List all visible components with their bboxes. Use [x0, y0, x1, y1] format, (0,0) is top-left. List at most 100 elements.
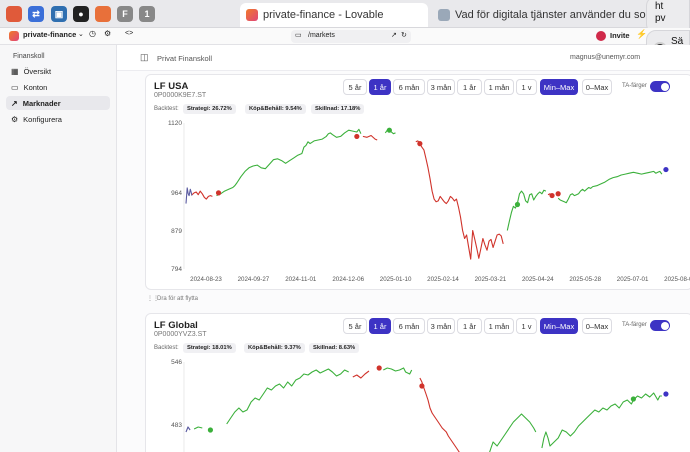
- price-line-segment: [216, 128, 362, 197]
- sidebar-section-title: Finanskoll: [13, 53, 45, 60]
- jira-pinned-icon[interactable]: ⇄: [28, 6, 44, 22]
- github-icon[interactable]: ●: [73, 6, 89, 22]
- price-chart: 546 483: [171, 359, 669, 452]
- period-button[interactable]: 5 år: [343, 318, 367, 334]
- period-button[interactable]: 1 v: [516, 79, 537, 95]
- ta-colors-toggle[interactable]: [650, 320, 670, 331]
- pinned-tab-f[interactable]: F: [117, 6, 133, 22]
- signal-marker[interactable]: [207, 427, 214, 433]
- x-tick-label: 2024-12-06: [332, 276, 364, 283]
- ta-colors-label: TA-färger: [622, 322, 647, 328]
- signal-marker[interactable]: [386, 127, 392, 133]
- code-icon[interactable]: <>: [125, 30, 133, 37]
- period-button[interactable]: 3 mån: [427, 79, 455, 95]
- signal-marker[interactable]: [549, 192, 555, 199]
- y-tick-label: 483: [171, 422, 182, 429]
- price-line-segment: [362, 134, 378, 141]
- lovable-pinned-icon[interactable]: [6, 6, 22, 22]
- page-header: ◫ Privat Finanskoll magnus@unemyr.com: [117, 45, 690, 71]
- signal-marker[interactable]: [555, 191, 561, 197]
- range-mode-button[interactable]: Min–Max: [540, 79, 578, 95]
- pinned-tab-1[interactable]: 1: [139, 6, 155, 22]
- signal-marker[interactable]: [417, 141, 423, 147]
- tab-title: private-finance - Lovable: [263, 9, 384, 21]
- price-line-segment: [193, 426, 203, 430]
- tab-private-finance[interactable]: private-finance - Lovable: [240, 3, 428, 27]
- drag-label: Dra för att flytta: [157, 296, 199, 302]
- period-button[interactable]: 6 mån: [393, 79, 425, 95]
- gear-icon: ⚙: [11, 114, 19, 124]
- range-mode-button[interactable]: 0–Max: [582, 79, 612, 95]
- avatar[interactable]: [596, 31, 606, 41]
- x-tick-label: 2025-03-21: [475, 276, 507, 283]
- signal-marker[interactable]: [419, 383, 425, 389]
- page-icon: [438, 9, 450, 21]
- period-button[interactable]: 1 v: [516, 318, 537, 334]
- lovable-pinned-icon-2[interactable]: [95, 6, 111, 22]
- signal-marker[interactable]: [376, 365, 382, 371]
- signal-marker[interactable]: [663, 391, 669, 397]
- ta-colors-label: TA-färger: [622, 83, 647, 89]
- signal-marker[interactable]: [514, 201, 521, 208]
- period-button[interactable]: 6 mån: [393, 318, 425, 334]
- address-bar[interactable]: ▭ /markets ↗ ↻: [291, 30, 411, 43]
- workspace-icon: [9, 31, 19, 41]
- sidebar-item-konfigurera[interactable]: ⚙ Konfigurera: [6, 112, 110, 126]
- range-mode-button[interactable]: Min–Max: [540, 318, 578, 334]
- sidebar-item-marknader[interactable]: ↗ Marknader: [6, 96, 110, 110]
- workspace-name[interactable]: private-finance: [23, 30, 76, 39]
- price-line-segment: [557, 170, 663, 204]
- period-button[interactable]: 1 mån: [484, 79, 514, 95]
- sidebar-item-konton[interactable]: ▭ Konton: [6, 80, 110, 94]
- fund-isin: 0P0000YVZ3.ST: [154, 331, 207, 338]
- price-line-segment: [185, 187, 193, 204]
- main-content: ◫ Privat Finanskoll magnus@unemyr.com LF…: [117, 45, 690, 452]
- signal-marker[interactable]: [215, 190, 222, 196]
- backtest-label: Backtest:: [154, 345, 179, 351]
- backtest-strategy-badge: Strategi: 18.01%: [183, 343, 236, 353]
- fund-name: LF USA: [154, 81, 189, 92]
- price-line-segment: [541, 392, 662, 449]
- x-tick-label: 2025-05-28: [569, 276, 601, 283]
- price-line-segment: [191, 190, 213, 200]
- history-icon[interactable]: ◷: [89, 29, 96, 38]
- tab-survey[interactable]: Vad för digitala tjänster använder du so…: [432, 3, 646, 27]
- period-button[interactable]: 1 år: [369, 318, 391, 334]
- range-mode-button[interactable]: 0–Max: [582, 318, 612, 334]
- lovable-icon: [246, 9, 258, 21]
- signal-marker[interactable]: [630, 396, 636, 402]
- notification-line: pv: [655, 13, 666, 24]
- sidebar: Finanskoll ▦ Översikt ▭ Konton ↗ Marknad…: [0, 45, 117, 452]
- wallet-icon: ▭: [11, 82, 19, 92]
- sidebar-toggle-icon[interactable]: ◫: [140, 52, 149, 63]
- period-button[interactable]: 1 mån: [484, 318, 514, 334]
- backtest-diff-badge: Skillnad: 17.18%: [311, 104, 365, 114]
- user-email: magnus@unemyr.com: [570, 54, 641, 61]
- fund-card: LF USA 0P0000K9E7.ST Backtest: Strategi:…: [145, 74, 690, 290]
- chevron-down-icon[interactable]: ⌄: [78, 30, 84, 38]
- x-tick-label: 2025-07-01: [617, 276, 649, 283]
- period-button[interactable]: 5 år: [343, 79, 367, 95]
- fund-card: LF Global 0P0000YVZ3.ST Backtest: Strate…: [145, 313, 690, 452]
- open-external-icon[interactable]: ↗: [391, 31, 397, 39]
- sidebar-item-oversikt[interactable]: ▦ Översikt: [6, 64, 110, 78]
- price-line-segment: [419, 377, 460, 452]
- signal-marker[interactable]: [354, 133, 360, 140]
- ta-colors-toggle[interactable]: [650, 81, 670, 92]
- signal-marker[interactable]: [663, 166, 669, 173]
- period-button[interactable]: 3 mån: [427, 318, 455, 334]
- drag-handle[interactable]: ⋮⋮ Dra för att flytta: [145, 295, 690, 304]
- x-tick-label: 2025-02-14: [427, 276, 459, 283]
- period-button[interactable]: 1 år: [457, 79, 482, 95]
- period-button[interactable]: 1 år: [369, 79, 391, 95]
- bookmark-pinned-icon[interactable]: ▣: [51, 6, 67, 22]
- invite-button[interactable]: Invite: [610, 31, 630, 40]
- sidebar-item-label: Översikt: [23, 66, 52, 76]
- period-button[interactable]: 1 år: [457, 318, 482, 334]
- reload-icon[interactable]: ↻: [401, 31, 407, 39]
- y-tick-label: 546: [171, 359, 182, 366]
- pinned-letter: 1: [144, 9, 150, 19]
- screen-icon: ▭: [295, 32, 302, 39]
- settings-icon[interactable]: ⚙: [104, 29, 111, 38]
- backtest-buyhold-badge: Köp&Behåll: 9.37%: [244, 343, 305, 353]
